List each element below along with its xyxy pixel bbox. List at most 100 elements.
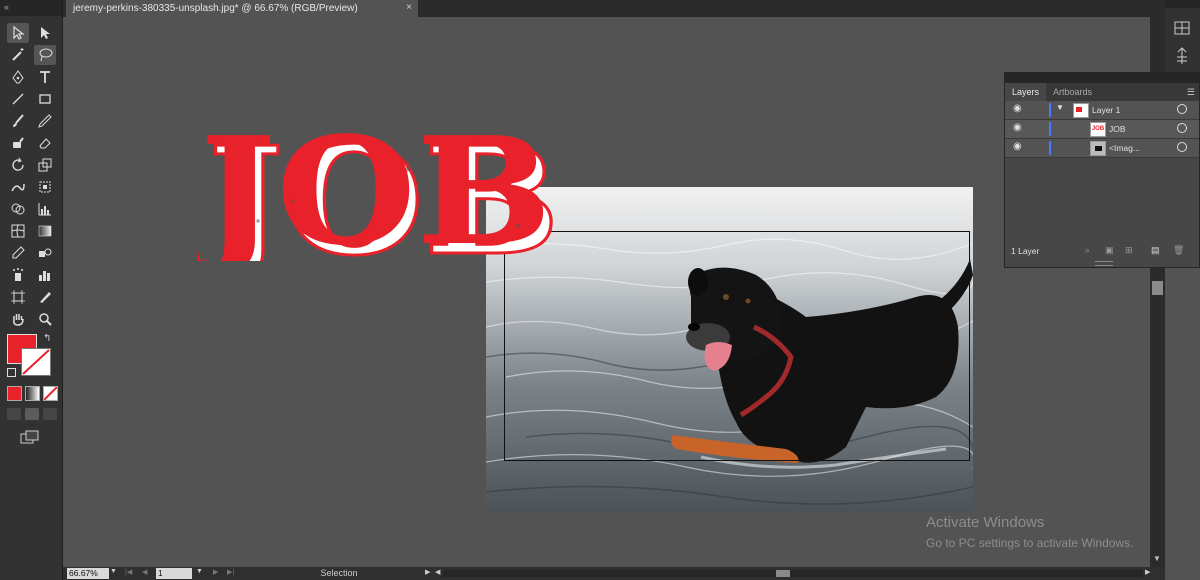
document-tab[interactable]: jeremy-perkins-380335-unsplash.jpg* @ 66… (66, 0, 418, 17)
layer-count: 1 Layer (1011, 246, 1039, 256)
target-circle-icon[interactable] (1177, 142, 1187, 152)
rotate-tool-icon[interactable] (7, 155, 29, 175)
screen-mode-icon[interactable] (20, 430, 40, 444)
draw-inside-icon[interactable] (43, 408, 57, 420)
tools-panel-grip[interactable]: « (0, 0, 62, 16)
job-artwork-text: JOB (198, 131, 552, 261)
tools-panel: « ↰ (0, 0, 63, 580)
mesh-tool-icon[interactable] (7, 221, 29, 241)
target-circle-icon[interactable] (1177, 123, 1187, 133)
first-artboard-icon[interactable]: |◀ (125, 568, 132, 576)
slice-tool-icon[interactable] (34, 287, 56, 307)
close-icon[interactable]: × (406, 2, 412, 13)
artboard-field[interactable]: 1 (156, 568, 192, 579)
symbol-sprayer-tool-icon[interactable] (7, 265, 29, 285)
panel-resize-grip[interactable] (1095, 261, 1113, 266)
layer-name[interactable]: Layer 1 (1092, 105, 1120, 115)
zoom-dropdown-icon[interactable]: ▼ (110, 568, 117, 575)
visibility-eye-icon[interactable]: ◉ (1013, 122, 1022, 133)
swap-fill-stroke-icon[interactable]: ↰ (43, 333, 51, 344)
layers-panel-tabs: Layers Artboards ☰ (1005, 83, 1199, 101)
new-sublayer-icon[interactable]: ⊞ (1125, 245, 1133, 256)
hand-tool-icon[interactable] (7, 309, 29, 329)
graph-tool-icon[interactable] (34, 199, 56, 219)
next-artboard-icon[interactable]: ▶ (213, 568, 218, 576)
zoom-tool-icon[interactable] (34, 309, 56, 329)
selection-tool-icon[interactable] (7, 23, 29, 43)
magic-wand-tool-icon[interactable] (7, 45, 29, 65)
blend-tool-icon[interactable] (34, 243, 56, 263)
canvas-area[interactable]: JOB JOB Activate Windows Go to PC settin… (63, 17, 1150, 567)
scroll-down-arrow-icon[interactable]: ▼ (1153, 554, 1161, 563)
layer-color-indicator (1049, 122, 1051, 136)
panel-menu-icon[interactable]: ☰ (1180, 83, 1199, 101)
vertical-scrollbar-thumb[interactable] (1152, 281, 1163, 295)
horizontal-scrollbar[interactable] (443, 570, 1143, 577)
last-artboard-icon[interactable]: ▶| (227, 568, 234, 576)
job-thumbnail: JOB (1090, 122, 1106, 137)
document-tab-bar: jeremy-perkins-380335-unsplash.jpg* @ 66… (63, 0, 1165, 17)
color-mode-icon[interactable] (7, 386, 22, 401)
eyedropper-tool-icon[interactable] (7, 243, 29, 263)
layer-color-indicator (1049, 103, 1051, 117)
libraries-panel-icon[interactable] (1174, 47, 1190, 65)
blob-brush-tool-icon[interactable] (7, 133, 29, 153)
visibility-eye-icon[interactable]: ◉ (1013, 141, 1022, 152)
horizontal-scrollbar-thumb[interactable] (776, 570, 790, 577)
default-colors-icon[interactable] (7, 368, 16, 377)
new-layer-icon[interactable]: ▤ (1151, 245, 1160, 256)
layer-thumbnail (1073, 103, 1089, 118)
layers-panel: Layers Artboards ☰ ◉ ▼ Layer 1 ◉ JOB JOB… (1004, 72, 1200, 268)
layer-name[interactable]: JOB (1109, 124, 1126, 134)
make-clipping-mask-icon[interactable]: ▣ (1105, 245, 1114, 256)
document-tab-title: jeremy-perkins-380335-unsplash.jpg* @ 66… (73, 3, 358, 14)
layer-row-job[interactable]: ◉ JOB JOB (1005, 120, 1199, 139)
expand-triangle-icon[interactable]: ▼ (1056, 103, 1064, 112)
dock-grip[interactable] (1165, 0, 1200, 8)
job-artwork[interactable]: JOB JOB (198, 131, 578, 261)
locate-object-icon[interactable]: ⌕ (1085, 245, 1090, 256)
layer-color-indicator (1049, 141, 1051, 155)
warp-tool-icon[interactable] (7, 177, 29, 197)
scroll-left-arrow-icon[interactable]: ◀ (435, 568, 440, 576)
none-mode-icon[interactable] (43, 386, 58, 401)
layers-panel-header[interactable] (1005, 73, 1199, 83)
draw-behind-icon[interactable] (25, 408, 39, 420)
layer-name[interactable]: <Imag... (1109, 143, 1140, 153)
visibility-eye-icon[interactable]: ◉ (1013, 103, 1022, 114)
gradient-tool-icon[interactable] (34, 221, 56, 241)
delete-layer-icon[interactable]: 🗑 (1173, 245, 1184, 256)
status-bar: 66.67% ▼ |◀ ◀ 1 ▼ ▶ ▶| Selection ▶ ◀ ▶ (63, 567, 1165, 580)
tab-artboards[interactable]: Artboards (1046, 83, 1099, 101)
free-transform-tool-icon[interactable] (34, 177, 56, 197)
draw-normal-icon[interactable] (7, 408, 21, 420)
layer-row-image[interactable]: ◉ <Imag... (1005, 139, 1199, 158)
lasso-tool-icon[interactable] (34, 45, 56, 65)
shape-builder-tool-icon[interactable] (7, 199, 29, 219)
eraser-tool-icon[interactable] (34, 133, 56, 153)
artboard-tool-icon[interactable] (7, 287, 29, 307)
gradient-mode-icon[interactable] (25, 386, 40, 401)
direct-selection-tool-icon[interactable] (34, 23, 56, 43)
rectangle-tool-icon[interactable] (34, 89, 56, 109)
target-circle-icon[interactable] (1177, 104, 1187, 114)
artboards-panel-icon[interactable] (1174, 21, 1190, 35)
pen-tool-icon[interactable] (7, 67, 29, 87)
artboard-dropdown-icon[interactable]: ▼ (196, 568, 203, 575)
line-tool-icon[interactable] (7, 89, 29, 109)
column-graph-tool-icon[interactable] (34, 265, 56, 285)
tab-layers[interactable]: Layers (1005, 83, 1046, 101)
selection-bounding-box (504, 231, 970, 461)
layers-panel-footer: 1 Layer ⌕ ▣ ⊞ ▤ 🗑 (1005, 243, 1199, 259)
panel-dock (1165, 0, 1200, 74)
stroke-swatch[interactable] (21, 348, 51, 376)
type-tool-icon[interactable] (34, 67, 56, 87)
scale-tool-icon[interactable] (34, 155, 56, 175)
status-menu-icon[interactable]: ▶ (425, 568, 430, 576)
paintbrush-tool-icon[interactable] (7, 111, 29, 131)
pencil-tool-icon[interactable] (34, 111, 56, 131)
layer-row-layer-1[interactable]: ◉ ▼ Layer 1 (1005, 101, 1199, 120)
previous-artboard-icon[interactable]: ◀ (142, 568, 147, 576)
zoom-field[interactable]: 66.67% (67, 568, 109, 579)
scroll-right-arrow-icon[interactable]: ▶ (1145, 568, 1150, 576)
